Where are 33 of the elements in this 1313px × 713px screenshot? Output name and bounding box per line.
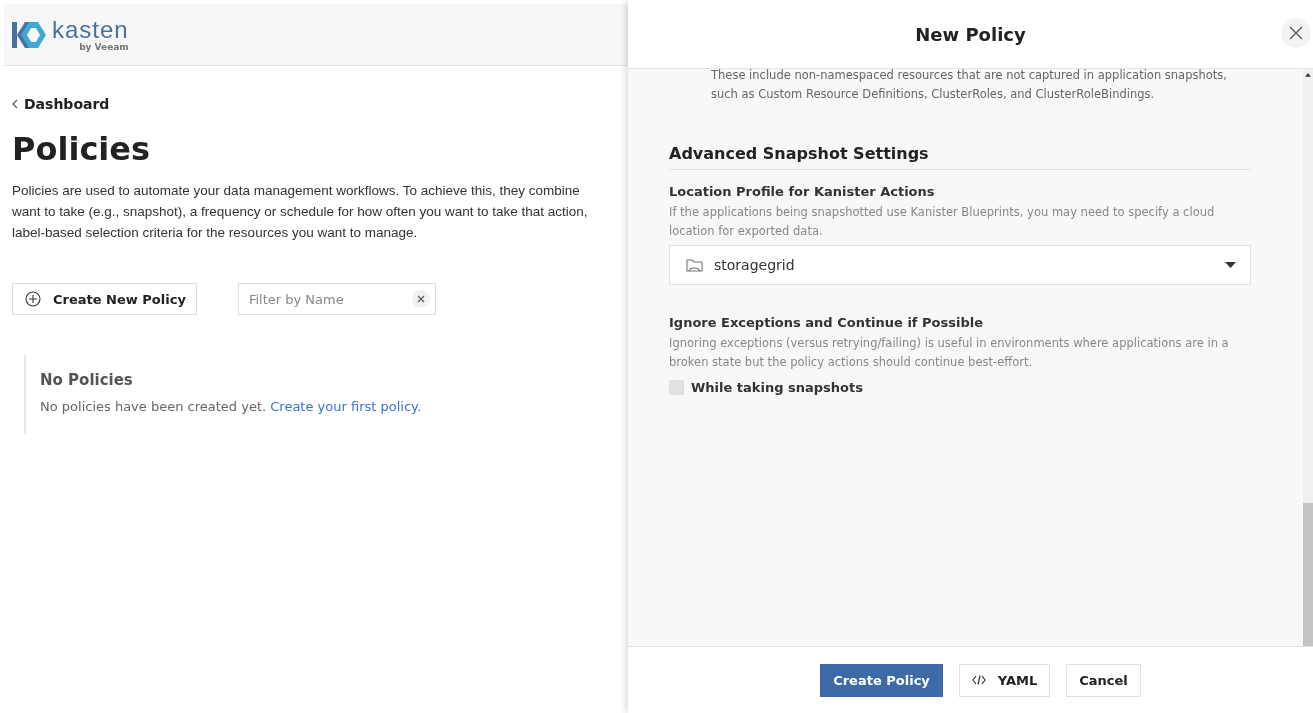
field-label: Ignore Exceptions and Continue if Possible	[669, 315, 984, 330]
empty-state-title: No Policies	[40, 371, 134, 389]
section-title: Advanced Snapshot Settings	[669, 144, 1251, 170]
scrollbar-thumb[interactable]	[1303, 502, 1313, 646]
empty-state-text: No policies have been created yet. Create your first policy.	[40, 399, 423, 414]
back-link[interactable]: Dashboard	[24, 96, 110, 112]
chevron-left-icon	[12, 99, 18, 109]
note-text: These include non-namespaced resources that are not captured in application snapshots, such as Custom Resource Definitions, ClusterRoles, and ClusterRoleBindings.	[710, 69, 1228, 103]
logo-subtext: by Veeam	[79, 41, 129, 52]
code-icon	[971, 675, 986, 685]
field-help-text: If the applications being snapshotted use Kanister Blueprints, you may need to specify a cloud location for exported data.	[669, 204, 1216, 240]
logo-text: kasten	[52, 17, 129, 42]
caret-icon	[1225, 262, 1236, 268]
page-description: Policies are used to automate your data management workflows. To achieve this, they combine want to take (e.g., snapshot), a frequency or schedule for how often you want to take that action, label-based selection criteria for the resources you want to manage.	[12, 182, 589, 242]
scroll-up-icon[interactable]	[1305, 73, 1311, 77]
close-icon[interactable]	[1281, 18, 1311, 48]
filter-field[interactable]: Filter by Name	[237, 283, 436, 315]
checkbox[interactable]	[669, 380, 684, 395]
page-title: Policies	[12, 130, 152, 168]
scrollbar[interactable]	[1303, 69, 1313, 646]
field-label: Location Profile for Kanister Actions	[669, 184, 936, 199]
location-select[interactable]: storagegrid	[669, 245, 1251, 285]
create-new-policy-button[interactable]: Create New Policy	[12, 283, 197, 315]
field-help-text: Ignoring exceptions (versus retrying/failing) is useful in environments where applications are in a broken state but the policy actions should continue best-effort.	[669, 335, 1230, 371]
logo-icon	[12, 20, 48, 49]
panel-title: New Policy	[915, 23, 1026, 45]
plus-circle-icon	[25, 291, 41, 307]
checkbox-label: While taking snapshots	[691, 380, 863, 395]
create-first-policy-link[interactable]: Create your first policy.	[270, 399, 422, 414]
create-policy-button[interactable]: Create Policy	[820, 663, 943, 697]
cancel-button[interactable]: Cancel	[1066, 663, 1141, 697]
yaml-button[interactable]: YAML	[958, 663, 1051, 697]
folder-icon	[686, 257, 704, 273]
